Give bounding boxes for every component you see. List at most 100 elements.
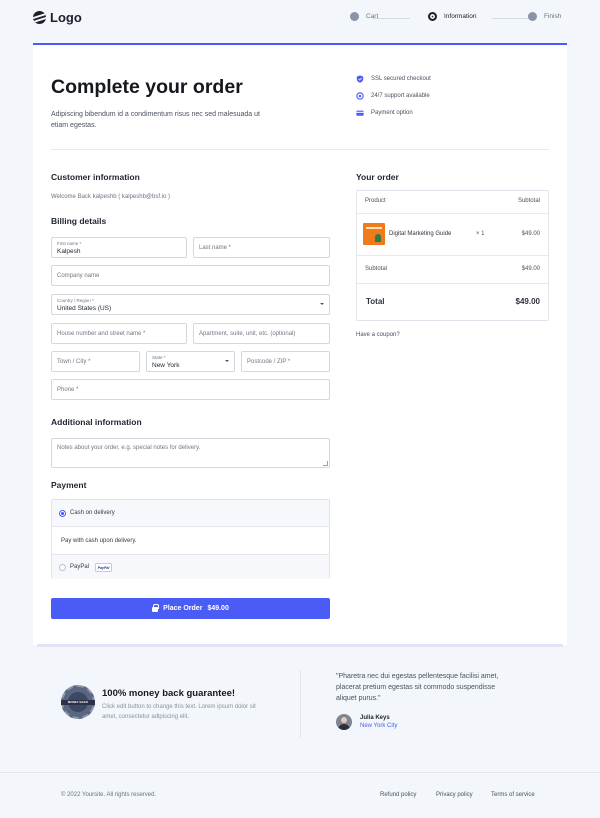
radio-checked-icon[interactable]	[59, 510, 66, 517]
city-field[interactable]: Town / City *	[51, 351, 140, 372]
step-finish[interactable]: Finish	[528, 12, 561, 21]
paypal-logo-icon: PayPal	[95, 563, 112, 572]
company-field[interactable]: Company name	[51, 265, 330, 286]
guarantee-text: Click edit button to change this text. L…	[102, 704, 256, 720]
field-placeholder: House number and street name *	[57, 331, 146, 337]
divider	[357, 255, 548, 256]
phone-field[interactable]: Phone *	[51, 379, 330, 400]
apartment-field[interactable]: Apartment, suite, unit, etc. (optional)	[193, 323, 330, 344]
place-order-button[interactable]: Place Order $49.00	[51, 598, 330, 619]
shield-icon	[356, 75, 364, 83]
payment-option-label: Cash on delivery	[70, 510, 115, 516]
field-value: New York	[152, 362, 180, 369]
footer-divider	[0, 772, 600, 773]
footer-link-terms[interactable]: Terms of service	[491, 792, 535, 798]
subtotal-value: $49.00	[521, 266, 540, 272]
checkout-steps: Cart Information Finish	[350, 12, 565, 26]
guarantee-title: 100% money back guarantee!	[102, 688, 236, 699]
radio-unchecked-icon[interactable]	[59, 564, 66, 571]
lock-icon	[152, 603, 160, 612]
feature-label: SSL secured checkout	[371, 76, 431, 82]
footer-link-privacy[interactable]: Privacy policy	[436, 792, 473, 798]
feature-ssl: SSL secured checkout	[356, 75, 431, 83]
step-label: Information	[444, 13, 477, 20]
field-placeholder: Company name	[57, 273, 100, 279]
product-thumbnail	[363, 223, 385, 245]
coupon-link[interactable]: Have a coupon?	[356, 332, 400, 338]
step-dot-icon	[350, 12, 359, 21]
field-placeholder: Town / City *	[57, 359, 91, 365]
step-information[interactable]: Information	[428, 12, 477, 21]
field-label: State *	[152, 355, 166, 360]
footer-link-refund[interactable]: Refund policy	[380, 792, 416, 798]
postcode-field[interactable]: Postcode / ZIP *	[241, 351, 330, 372]
feature-label: Payment option	[371, 110, 413, 116]
feature-support: 24/7 support available	[356, 92, 430, 100]
last-name-field[interactable]: Last name *	[193, 237, 330, 258]
country-select[interactable]: Country / Region * United States (US)	[51, 294, 330, 315]
product-name: Digital Marketing Guide	[389, 231, 452, 237]
payment-option-paypal[interactable]: PayPal PayPal	[52, 555, 329, 579]
order-notes-textarea[interactable]: Notes about your order, e.g. special not…	[51, 438, 330, 468]
field-label: Country / Region *	[57, 298, 94, 303]
product-quantity: × 1	[476, 231, 485, 237]
step-cart[interactable]: Cart	[350, 12, 378, 21]
field-value: Kalpesh	[57, 248, 81, 255]
step-connector	[373, 18, 410, 19]
column-header-product: Product	[365, 198, 386, 204]
field-label: First name *	[57, 241, 82, 246]
testimonial-author: Julia Keys	[360, 715, 390, 721]
street-field[interactable]: House number and street name *	[51, 323, 187, 344]
total-label: Total	[366, 297, 385, 306]
field-placeholder: Apartment, suite, unit, etc. (optional)	[199, 331, 296, 337]
order-title: Your order	[356, 172, 399, 182]
payment-option-cod[interactable]: Cash on delivery	[52, 500, 329, 527]
section-divider	[300, 670, 301, 738]
order-summary: Product Subtotal Digital Marketing Guide…	[356, 190, 549, 321]
testimonial-quote: "Pharetra nec dui egestas pellentesque f…	[336, 673, 499, 702]
product-price: $49.00	[521, 231, 540, 237]
feature-payment: Payment option	[356, 109, 413, 117]
welcome-text: Welcome Back kalpeshb ( kalpeshb@bsf.io …	[51, 194, 171, 200]
divider	[51, 149, 549, 150]
badge-ribbon: MONEY BACK	[61, 700, 95, 705]
logo-icon	[33, 11, 46, 24]
field-placeholder: Last name *	[199, 245, 232, 251]
total-value: $49.00	[515, 297, 540, 306]
site-header: Logo Cart Information Finish	[0, 0, 600, 40]
support-icon	[356, 92, 364, 100]
feature-label: 24/7 support available	[371, 93, 430, 99]
divider	[357, 213, 548, 214]
payment-description: Pay with cash upon delivery.	[52, 527, 329, 555]
chevron-down-icon	[225, 360, 229, 362]
subtotal-label: Subtotal	[365, 266, 388, 272]
avatar	[336, 714, 352, 730]
logo-text: Logo	[50, 10, 82, 25]
button-amount: $49.00	[207, 605, 229, 612]
billing-title: Billing details	[51, 216, 107, 226]
additional-info-title: Additional information	[51, 417, 142, 427]
field-placeholder: Phone *	[57, 387, 79, 393]
step-connector	[492, 18, 529, 19]
checkout-card: Complete your order Adipiscing bibendum …	[33, 43, 567, 645]
step-dot-icon	[428, 12, 437, 21]
card-shadow	[37, 644, 563, 647]
testimonial-location: New York City	[360, 723, 398, 729]
payment-description-text: Pay with cash upon delivery.	[61, 538, 137, 544]
step-label: Cart	[366, 13, 379, 20]
step-label: Finish	[544, 13, 562, 20]
field-placeholder: Postcode / ZIP *	[247, 359, 291, 365]
copyright: © 2022 Yoursite. All rights reserved.	[61, 792, 157, 798]
payment-option-label: PayPal	[70, 564, 90, 570]
field-value: United States (US)	[57, 305, 112, 312]
page-title: Complete your order	[51, 76, 243, 98]
payment-methods: Cash on delivery Pay with cash upon deli…	[51, 499, 330, 579]
button-label: Place Order	[163, 605, 203, 612]
logo[interactable]: Logo	[33, 10, 82, 25]
customer-info-title: Customer information	[51, 172, 140, 182]
resize-handle-icon[interactable]	[323, 461, 328, 466]
first-name-field[interactable]: First name * Kalpesh	[51, 237, 187, 258]
page-subtitle: Adipiscing bibendum id a condimentum ris…	[51, 111, 260, 129]
state-select[interactable]: State * New York	[146, 351, 235, 372]
chevron-down-icon	[320, 303, 324, 305]
